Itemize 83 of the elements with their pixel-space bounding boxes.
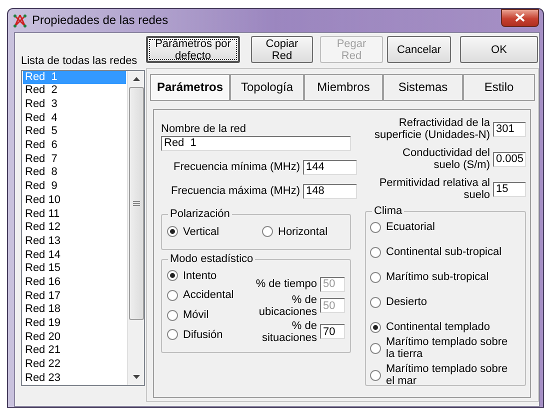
dialog-button[interactable]: Parámetros por defecto — [146, 36, 240, 63]
tab[interactable]: Topología — [230, 74, 304, 101]
list-item[interactable]: Red 19 — [23, 317, 126, 331]
tab[interactable]: Parámetros — [150, 74, 230, 101]
field-label: % de ubicaciones — [258, 294, 317, 318]
field-label: Nombre de la red — [161, 123, 247, 136]
list-item[interactable]: Red 12 — [23, 221, 126, 235]
field-label: Conductividad del suelo (S/m) — [402, 147, 490, 171]
radio-label[interactable]: Ecuatorial — [386, 221, 435, 233]
dialog-button[interactable]: Cancelar — [387, 36, 451, 63]
list-item[interactable]: Red 4 — [23, 112, 126, 126]
list-item[interactable]: Red 16 — [23, 276, 126, 290]
field-label: Frecuencia máxima (MHz) — [171, 184, 300, 198]
tab[interactable]: Miembros — [304, 74, 383, 101]
close-button[interactable] — [501, 8, 539, 26]
radio-circle[interactable] — [370, 272, 381, 282]
radio-circle[interactable] — [370, 370, 381, 380]
radio-circle[interactable] — [167, 270, 178, 282]
list-item[interactable]: Red 21 — [23, 344, 126, 358]
dialog-button[interactable]: Copiar Red — [251, 36, 313, 63]
field-label: % de tiempo — [254, 278, 317, 290]
radio-label[interactable]: Marítimo templado sobre la tierra — [386, 336, 514, 360]
window-title: Propiedades de las redes — [32, 14, 168, 28]
radio-label[interactable]: Marítimo sub-tropical — [386, 271, 489, 283]
name-field[interactable]: Red 1 — [161, 136, 351, 151]
radio-label[interactable]: Marítimo templado sobre el mar — [386, 363, 514, 387]
list-item[interactable]: Red 11 — [23, 208, 126, 222]
field-label: Permitividad relativa al suelo — [378, 177, 490, 201]
radio-circle[interactable] — [370, 246, 381, 258]
scroll-up-icon[interactable] — [132, 76, 140, 81]
radio-circle[interactable] — [262, 226, 273, 238]
list-item[interactable]: Red 23 — [23, 372, 126, 386]
radio-circle[interactable] — [167, 290, 178, 302]
field-label: % de situaciones — [260, 320, 317, 344]
network-list[interactable]: Red 1 Red 2 Red 3 Red 4 Red 5 Red 6 Red 7 Red 8 Red 9 Red 10 Red 11 Red 12 Red 13 Red 14 Red 15 Red 16 Red 17 Red 18 Red 19 Red 20 Red 21 Red 22 Red 23 — [21, 70, 145, 386]
list-item[interactable]: Red 10 — [23, 194, 126, 208]
list-item[interactable]: Red 15 — [23, 262, 126, 276]
radio-label[interactable]: Móvil — [183, 308, 209, 322]
input-field[interactable]: 0.005 — [493, 152, 526, 166]
input-field[interactable]: 148 — [303, 184, 357, 199]
radio-label[interactable]: Difusión — [183, 328, 223, 342]
input-field[interactable]: 301 — [493, 122, 526, 136]
list-item[interactable]: Red 17 — [23, 290, 126, 304]
list-item[interactable]: Red 9 — [23, 180, 126, 194]
network-app-icon — [13, 14, 27, 28]
list-item[interactable]: Red 7 — [23, 152, 126, 166]
radio-circle[interactable] — [370, 296, 381, 308]
radio-circle[interactable] — [167, 329, 178, 340]
radio-circle[interactable] — [370, 342, 381, 354]
radio-label[interactable]: Vertical — [183, 226, 220, 238]
radio-circle[interactable] — [167, 226, 178, 238]
list-item[interactable]: Red 20 — [23, 330, 126, 344]
list-label: Lista de todas las redes — [21, 55, 138, 68]
radio-label[interactable]: Continental sub-tropical — [386, 246, 502, 258]
radio-label[interactable]: Intento — [183, 270, 217, 282]
radio-circle[interactable] — [370, 222, 381, 232]
list-item[interactable]: Red 13 — [23, 234, 126, 249]
radio-circle[interactable] — [167, 310, 178, 321]
field-label: Frecuencia mínima (MHz) — [173, 160, 300, 174]
list-item[interactable]: Red 18 — [23, 303, 126, 318]
radio-label[interactable]: Accidental — [183, 289, 234, 302]
radio-label[interactable]: Continental templado — [386, 321, 490, 333]
list-item[interactable]: Red 5 — [23, 125, 126, 140]
scrollbar[interactable] — [127, 70, 144, 385]
radio-label[interactable]: Horizontal — [278, 226, 328, 238]
list-item[interactable]: Red 22 — [23, 358, 126, 372]
tab[interactable]: Sistemas — [383, 74, 463, 101]
input-field[interactable]: 144 — [303, 160, 357, 175]
grip-icon — [132, 200, 140, 206]
field-label: Refractividad de la superficie (Unidades-N) — [373, 117, 490, 141]
radio-circle[interactable] — [370, 322, 381, 332]
scroll-down-icon[interactable] — [132, 374, 140, 379]
list-item[interactable]: Red 2 — [23, 84, 126, 98]
radio-label[interactable]: Desierto — [386, 296, 427, 308]
dialog-button[interactable]: OK — [460, 36, 538, 63]
list-item[interactable]: Red 6 — [23, 139, 126, 153]
close-icon — [515, 13, 525, 22]
list-item[interactable]: Red 8 — [23, 166, 126, 180]
list-item[interactable]: Red 14 — [23, 248, 126, 262]
input-field[interactable]: 15 — [493, 182, 526, 196]
tab[interactable]: Estilo — [463, 74, 535, 101]
input-field[interactable]: 70 — [320, 324, 345, 340]
list-item[interactable]: Red 3 — [23, 98, 126, 112]
